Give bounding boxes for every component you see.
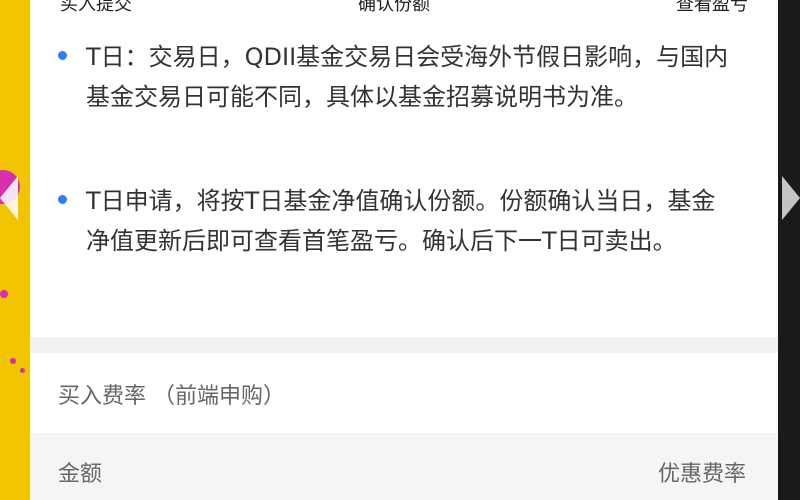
bullet-dot-icon [58, 51, 67, 60]
column-amount: 金额 [58, 462, 103, 487]
section-divider [30, 337, 778, 353]
progress-steps: 买入提交 确认份额 查看盈亏 [30, 0, 778, 15]
backdrop-decoration-dot [20, 368, 25, 373]
previous-arrow-icon[interactable] [0, 176, 18, 220]
buy-rate-title: 买入费率 （前端申购） [58, 384, 285, 409]
backdrop-decoration-dot [0, 290, 8, 298]
note-text: T日申请，将按T日基金净值确认份额。份额确认当日，基金净值更新后即可查看首笔盈亏… [86, 187, 716, 255]
step-buy-submit: 买入提交 [60, 0, 132, 15]
next-arrow-icon[interactable] [782, 176, 800, 220]
step-view-profit: 查看盈亏 [676, 0, 748, 15]
backdrop-decoration-dot [10, 358, 16, 364]
phone-screen: 买入提交 确认份额 查看盈亏 T日：交易日，QDII基金交易日会受海外节假日影响… [30, 0, 778, 500]
note-text: T日：交易日，QDII基金交易日会受海外节假日影响，与国内基金交易日可能不同，具… [86, 43, 729, 111]
step-confirm-shares: 确认份额 [358, 0, 430, 15]
rate-table-header: 金额 优惠费率 [30, 433, 778, 500]
column-discount-rate: 优惠费率 [657, 462, 746, 487]
backdrop-right-edge [778, 0, 800, 500]
bullet-dot-icon [58, 195, 67, 204]
